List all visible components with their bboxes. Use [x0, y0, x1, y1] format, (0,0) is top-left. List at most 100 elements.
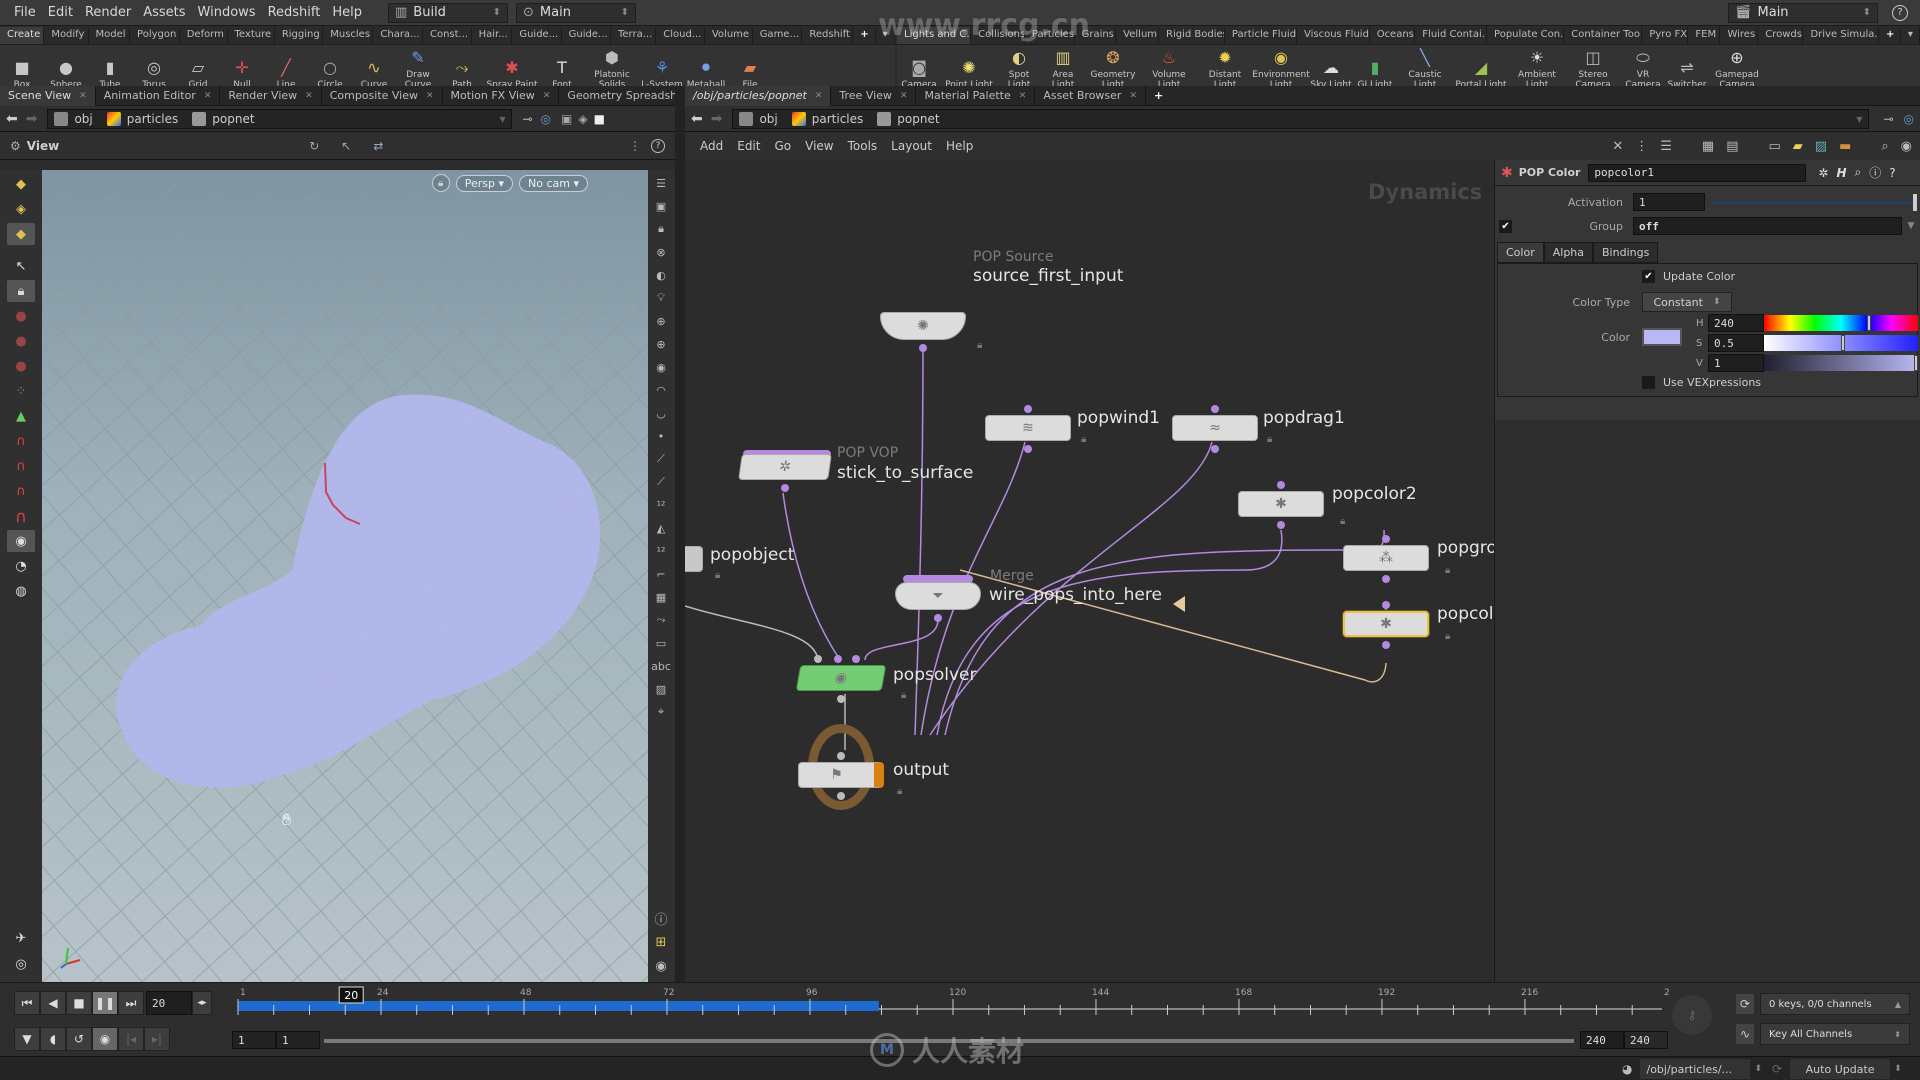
magnet-grid-icon[interactable]: ∩	[7, 430, 35, 452]
node-output[interactable]: ⚑	[798, 762, 884, 788]
pane-tab-material-palette[interactable]: Material Palette ✕	[916, 85, 1036, 106]
group-dropdown-icon[interactable]: ▼	[1902, 221, 1920, 231]
shelf-tab-rigid-bodies[interactable]: Rigid Bodies	[1159, 27, 1225, 44]
activation-field[interactable]: 1	[1633, 193, 1705, 211]
list-icon[interactable]: ☰	[1660, 139, 1672, 154]
node-stick-to-surface[interactable]: ✲	[738, 454, 832, 480]
node-popwind1[interactable]: ≋	[985, 415, 1071, 441]
shelf-tab-pyro-fx[interactable]: Pyro FX	[1642, 27, 1689, 44]
sync-icon[interactable]: ⟳	[1736, 994, 1754, 1014]
network-menu-edit[interactable]: Edit	[730, 139, 767, 153]
color-palette-icon[interactable]: ▦	[1702, 139, 1714, 154]
audio-icon[interactable]: ◖	[40, 1027, 66, 1051]
shelf-tab-crowds[interactable]: Crowds	[1758, 27, 1804, 44]
viewer-option-7-icon[interactable]: ⊕	[650, 334, 672, 354]
shelf-tab-vellum[interactable]: Vellum	[1116, 27, 1160, 44]
value-field[interactable]: 1	[1708, 354, 1764, 372]
tool-ambient-light[interactable]: ☀ Ambient Light	[1509, 48, 1565, 91]
shelf-menu-icon[interactable]: ▾	[1901, 27, 1920, 44]
lock-icon[interactable]: 🔒︎	[1081, 434, 1091, 445]
hue-slider-handle[interactable]	[1867, 315, 1872, 331]
activation-slider[interactable]	[1711, 193, 1917, 211]
camera-button[interactable]: No cam ▾	[519, 174, 588, 192]
pane-tab-asset-browser[interactable]: Asset Browser ✕	[1035, 85, 1146, 106]
camera-options-icon[interactable]: ◈	[578, 112, 587, 126]
viewer-option-22-icon[interactable]: ▨	[650, 679, 672, 699]
menu-render[interactable]: Render	[79, 5, 137, 20]
visibility-icon[interactable]: ◉	[1901, 139, 1912, 154]
viewer-option-23-icon[interactable]: ⌖	[650, 702, 672, 722]
shelf-tab-container-tools[interactable]: Container Tools	[1564, 27, 1643, 44]
output-connector[interactable]	[837, 695, 845, 703]
pane-tab-tree-view[interactable]: Tree View ✕	[831, 85, 917, 106]
select-icon[interactable]: ↖	[341, 139, 351, 153]
shelf-tab-create[interactable]: Create	[0, 27, 45, 44]
display-toggle-icon[interactable]: ⋮	[629, 139, 641, 153]
node-name-label[interactable]: stick_to_surface	[837, 463, 973, 483]
output-connector[interactable]	[1382, 641, 1390, 649]
add-shelf-icon[interactable]: +	[853, 27, 876, 44]
viewer-option-0-icon[interactable]: ☰	[650, 173, 672, 193]
range-start-field[interactable]: 1	[232, 1031, 276, 1049]
node-name-label[interactable]: popcol	[1437, 604, 1493, 624]
keys-status[interactable]: 0 keys, 0/0 channels ▲	[1760, 993, 1910, 1015]
lock-icon[interactable]: 🔒︎	[715, 570, 725, 581]
viewer-option-10-icon[interactable]: ◡	[650, 403, 672, 423]
menu-edit[interactable]: Edit	[42, 5, 79, 20]
tool-stereo-camera[interactable]: ◫ Stereo Camera	[1565, 48, 1621, 91]
viewer-option-9-icon[interactable]: ◠	[650, 380, 672, 400]
shelf-tab-rigging[interactable]: Rigging	[275, 27, 324, 44]
output-connector[interactable]	[837, 792, 845, 800]
shelf-tab-guide[interactable]: Guide...	[562, 27, 611, 44]
help-icon[interactable]: ?	[1892, 4, 1908, 21]
back-arrow-icon[interactable]: ⬅	[6, 111, 18, 127]
update-mode-menu[interactable]: Auto Update	[1790, 1059, 1891, 1079]
help-icon[interactable]: ?	[1889, 166, 1895, 180]
search-icon[interactable]: ⌕	[1855, 165, 1862, 180]
add-tab-icon[interactable]: +	[1146, 86, 1171, 106]
tool-platonic-solids[interactable]: ⬢ Platonic Solids	[584, 48, 640, 91]
handle-icon[interactable]: ▲	[7, 405, 35, 427]
viewer-option-2-icon[interactable]: 🔒︎	[650, 219, 672, 239]
prev-key-button[interactable]: |◂	[118, 1027, 144, 1051]
update-color-checkbox[interactable]: ✔	[1642, 270, 1655, 283]
lock-icon[interactable]: 🔒︎	[901, 690, 911, 701]
tool-gamepad-camera[interactable]: ⊕ Gamepad Camera	[1709, 48, 1765, 91]
search-icon[interactable]: ⌕	[1881, 139, 1888, 154]
network-editor[interactable]: Dynamics ✺ source_first_input POP Source 🔒︎…	[685, 160, 1495, 982]
background-image-icon[interactable]: ▨	[1815, 139, 1827, 154]
network-menu-help[interactable]: Help	[939, 139, 980, 153]
select-mode-geo-icon[interactable]: ◈	[7, 198, 35, 220]
breadcrumb-obj[interactable]: obj	[739, 111, 778, 126]
shelf-tab-volume[interactable]: Volume	[705, 27, 753, 44]
shelf-tab-fluid-contai[interactable]: Fluid Contai...	[1415, 27, 1488, 44]
tool-vr-camera[interactable]: ⬭ VR Camera	[1621, 48, 1665, 91]
magnet-point-icon[interactable]: ∩	[7, 480, 35, 502]
select-mode-dynamics-icon[interactable]: ◆	[7, 223, 35, 245]
shelf-tab-guide[interactable]: Guide...	[512, 27, 562, 44]
group-enable-checkbox[interactable]: ✔	[1499, 219, 1512, 233]
camera-handle-icon[interactable]: ✈	[7, 927, 35, 949]
pane-tab-scene-view[interactable]: Scene View ✕	[0, 85, 96, 106]
info-icon[interactable]: ⓘ	[1869, 164, 1881, 181]
node-name-label[interactable]: popgro	[1437, 538, 1495, 558]
input-connector[interactable]	[837, 752, 845, 760]
close-tab-icon[interactable]: ✕	[1129, 91, 1137, 101]
3d-viewport[interactable]: 🔒︎ Persp ▾ No cam ▾ ✋︎	[42, 170, 648, 982]
lock-icon[interactable]: 🔒︎	[1445, 565, 1455, 576]
close-tab-icon[interactable]: ✕	[79, 91, 87, 101]
menu-windows[interactable]: Windows	[192, 5, 262, 20]
node-wire-pops-into-here[interactable]: ⏷	[895, 582, 981, 610]
node-name-field[interactable]: popcolor1	[1588, 163, 1807, 182]
input-connector[interactable]	[852, 655, 860, 663]
shelf-tab-wires[interactable]: Wires	[1720, 27, 1759, 44]
breadcrumb-particles[interactable]: particles	[791, 111, 863, 126]
tool-draw-curve[interactable]: ✎ Draw Curve	[396, 48, 440, 91]
performance-icon[interactable]: ◕	[1622, 1062, 1632, 1076]
input-connector[interactable]	[1277, 481, 1285, 489]
activation-slider-handle[interactable]	[1913, 193, 1917, 211]
close-tab-icon[interactable]: ✕	[543, 91, 551, 101]
loop-icon[interactable]: ↺	[66, 1027, 92, 1051]
color-swatch[interactable]	[1642, 328, 1682, 346]
refresh-icon[interactable]: ⟳	[1772, 1062, 1782, 1076]
